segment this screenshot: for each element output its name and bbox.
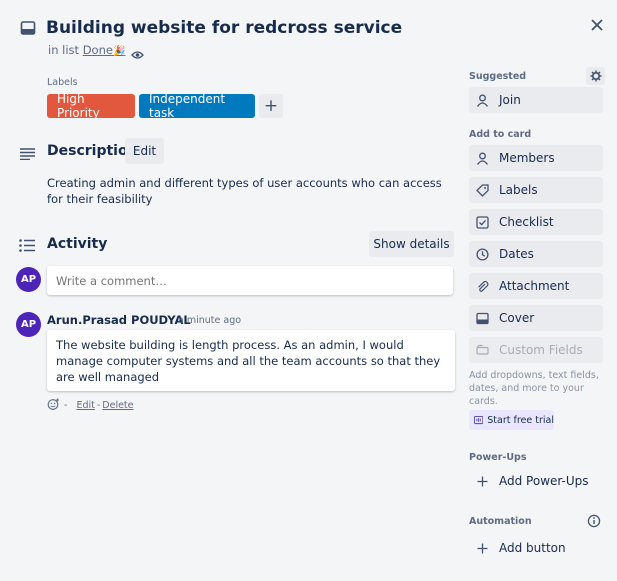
join-button[interactable]: Join bbox=[469, 87, 603, 113]
cover-button[interactable]: Cover bbox=[469, 305, 603, 331]
checkbox-icon bbox=[476, 215, 489, 229]
join-label: Join bbox=[499, 93, 521, 107]
description-text[interactable]: Creating admin and different types of us… bbox=[47, 175, 457, 207]
custom-fields-label: Custom Fields bbox=[499, 343, 583, 357]
in-list-prefix: in list bbox=[48, 43, 80, 57]
settings-gear-icon[interactable] bbox=[586, 67, 605, 85]
activity-title: Activity bbox=[47, 236, 108, 252]
add-button-button[interactable]: Add button bbox=[469, 535, 603, 561]
cover-icon bbox=[476, 312, 489, 324]
labels-label: Labels bbox=[499, 183, 538, 197]
label-independent-task[interactable]: Independent task bbox=[139, 92, 255, 120]
attachment-button[interactable]: Attachment bbox=[469, 273, 603, 299]
plus-icon bbox=[477, 543, 488, 553]
comment-delete-link[interactable]: Delete bbox=[102, 400, 133, 411]
description-title: Description bbox=[47, 143, 138, 159]
person-icon bbox=[476, 94, 489, 107]
avatar[interactable]: AP bbox=[16, 267, 41, 292]
add-to-card-heading: Add to card bbox=[469, 129, 532, 140]
comment-actions: - Edit - Delete bbox=[47, 398, 134, 413]
list-name-link[interactable]: Done🎉 bbox=[83, 43, 126, 57]
labels-heading: Labels bbox=[47, 77, 78, 88]
dates-button[interactable]: Dates bbox=[469, 241, 603, 267]
card-title[interactable]: Building website for redcross service bbox=[46, 18, 402, 38]
start-trial-button[interactable]: Start free trial bbox=[469, 410, 554, 430]
comment-author[interactable]: Arun.Prasad POUDYAL bbox=[47, 313, 191, 327]
tag-icon bbox=[476, 183, 489, 197]
list-name: Done bbox=[82, 43, 113, 57]
paperclip-icon bbox=[478, 280, 489, 292]
custom-fields-button[interactable]: Custom Fields bbox=[469, 337, 603, 363]
comment-input[interactable] bbox=[47, 266, 453, 295]
start-trial-label: Start free trial bbox=[487, 414, 554, 426]
list-info: in list Done🎉 bbox=[48, 43, 125, 57]
trial-icon bbox=[474, 415, 484, 425]
add-powerups-button[interactable]: Add Power-Ups bbox=[469, 468, 603, 494]
comment-separator: - bbox=[96, 400, 101, 411]
comment-author-avatar[interactable]: AP bbox=[16, 312, 41, 337]
attachment-label: Attachment bbox=[499, 279, 570, 293]
dates-label: Dates bbox=[499, 247, 534, 261]
add-powerups-label: Add Power-Ups bbox=[499, 474, 589, 488]
description-icon bbox=[20, 145, 35, 164]
comment-text: The website building is length process. … bbox=[56, 338, 441, 384]
automation-heading: Automation bbox=[469, 516, 532, 527]
plus-icon bbox=[477, 476, 488, 486]
activity-list-icon bbox=[19, 237, 35, 256]
watch-eye-icon[interactable] bbox=[131, 45, 144, 64]
suggested-heading: Suggested bbox=[469, 71, 527, 82]
add-label-button[interactable]: + bbox=[259, 94, 283, 118]
comment-edit-link[interactable]: Edit bbox=[76, 400, 94, 411]
add-reaction-icon[interactable] bbox=[47, 398, 60, 413]
checklist-label: Checklist bbox=[499, 215, 554, 229]
description-edit-button[interactable]: Edit bbox=[125, 138, 164, 164]
cover-label: Cover bbox=[499, 311, 535, 325]
custom-fields-icon bbox=[476, 344, 489, 355]
comment-time[interactable]: a minute ago bbox=[178, 315, 241, 326]
members-button[interactable]: Members bbox=[469, 145, 603, 171]
card-icon bbox=[20, 20, 36, 40]
labels-button[interactable]: Labels bbox=[469, 177, 603, 203]
show-details-button[interactable]: Show details bbox=[369, 231, 454, 257]
info-icon[interactable] bbox=[587, 513, 601, 532]
reaction-dash: - bbox=[64, 400, 68, 411]
list-emoji: 🎉 bbox=[112, 46, 126, 57]
powerups-heading: Power-Ups bbox=[469, 452, 527, 463]
label-high-priority[interactable]: High Priority bbox=[47, 92, 135, 120]
person-icon bbox=[476, 152, 489, 165]
custom-fields-note: Add dropdowns, text fields, dates, and m… bbox=[469, 370, 599, 407]
clock-icon bbox=[476, 247, 489, 261]
comment-box: The website building is length process. … bbox=[47, 330, 455, 391]
add-button-label: Add button bbox=[499, 541, 566, 555]
close-icon[interactable] bbox=[591, 16, 603, 35]
checklist-button[interactable]: Checklist bbox=[469, 209, 603, 235]
members-label: Members bbox=[499, 151, 555, 165]
